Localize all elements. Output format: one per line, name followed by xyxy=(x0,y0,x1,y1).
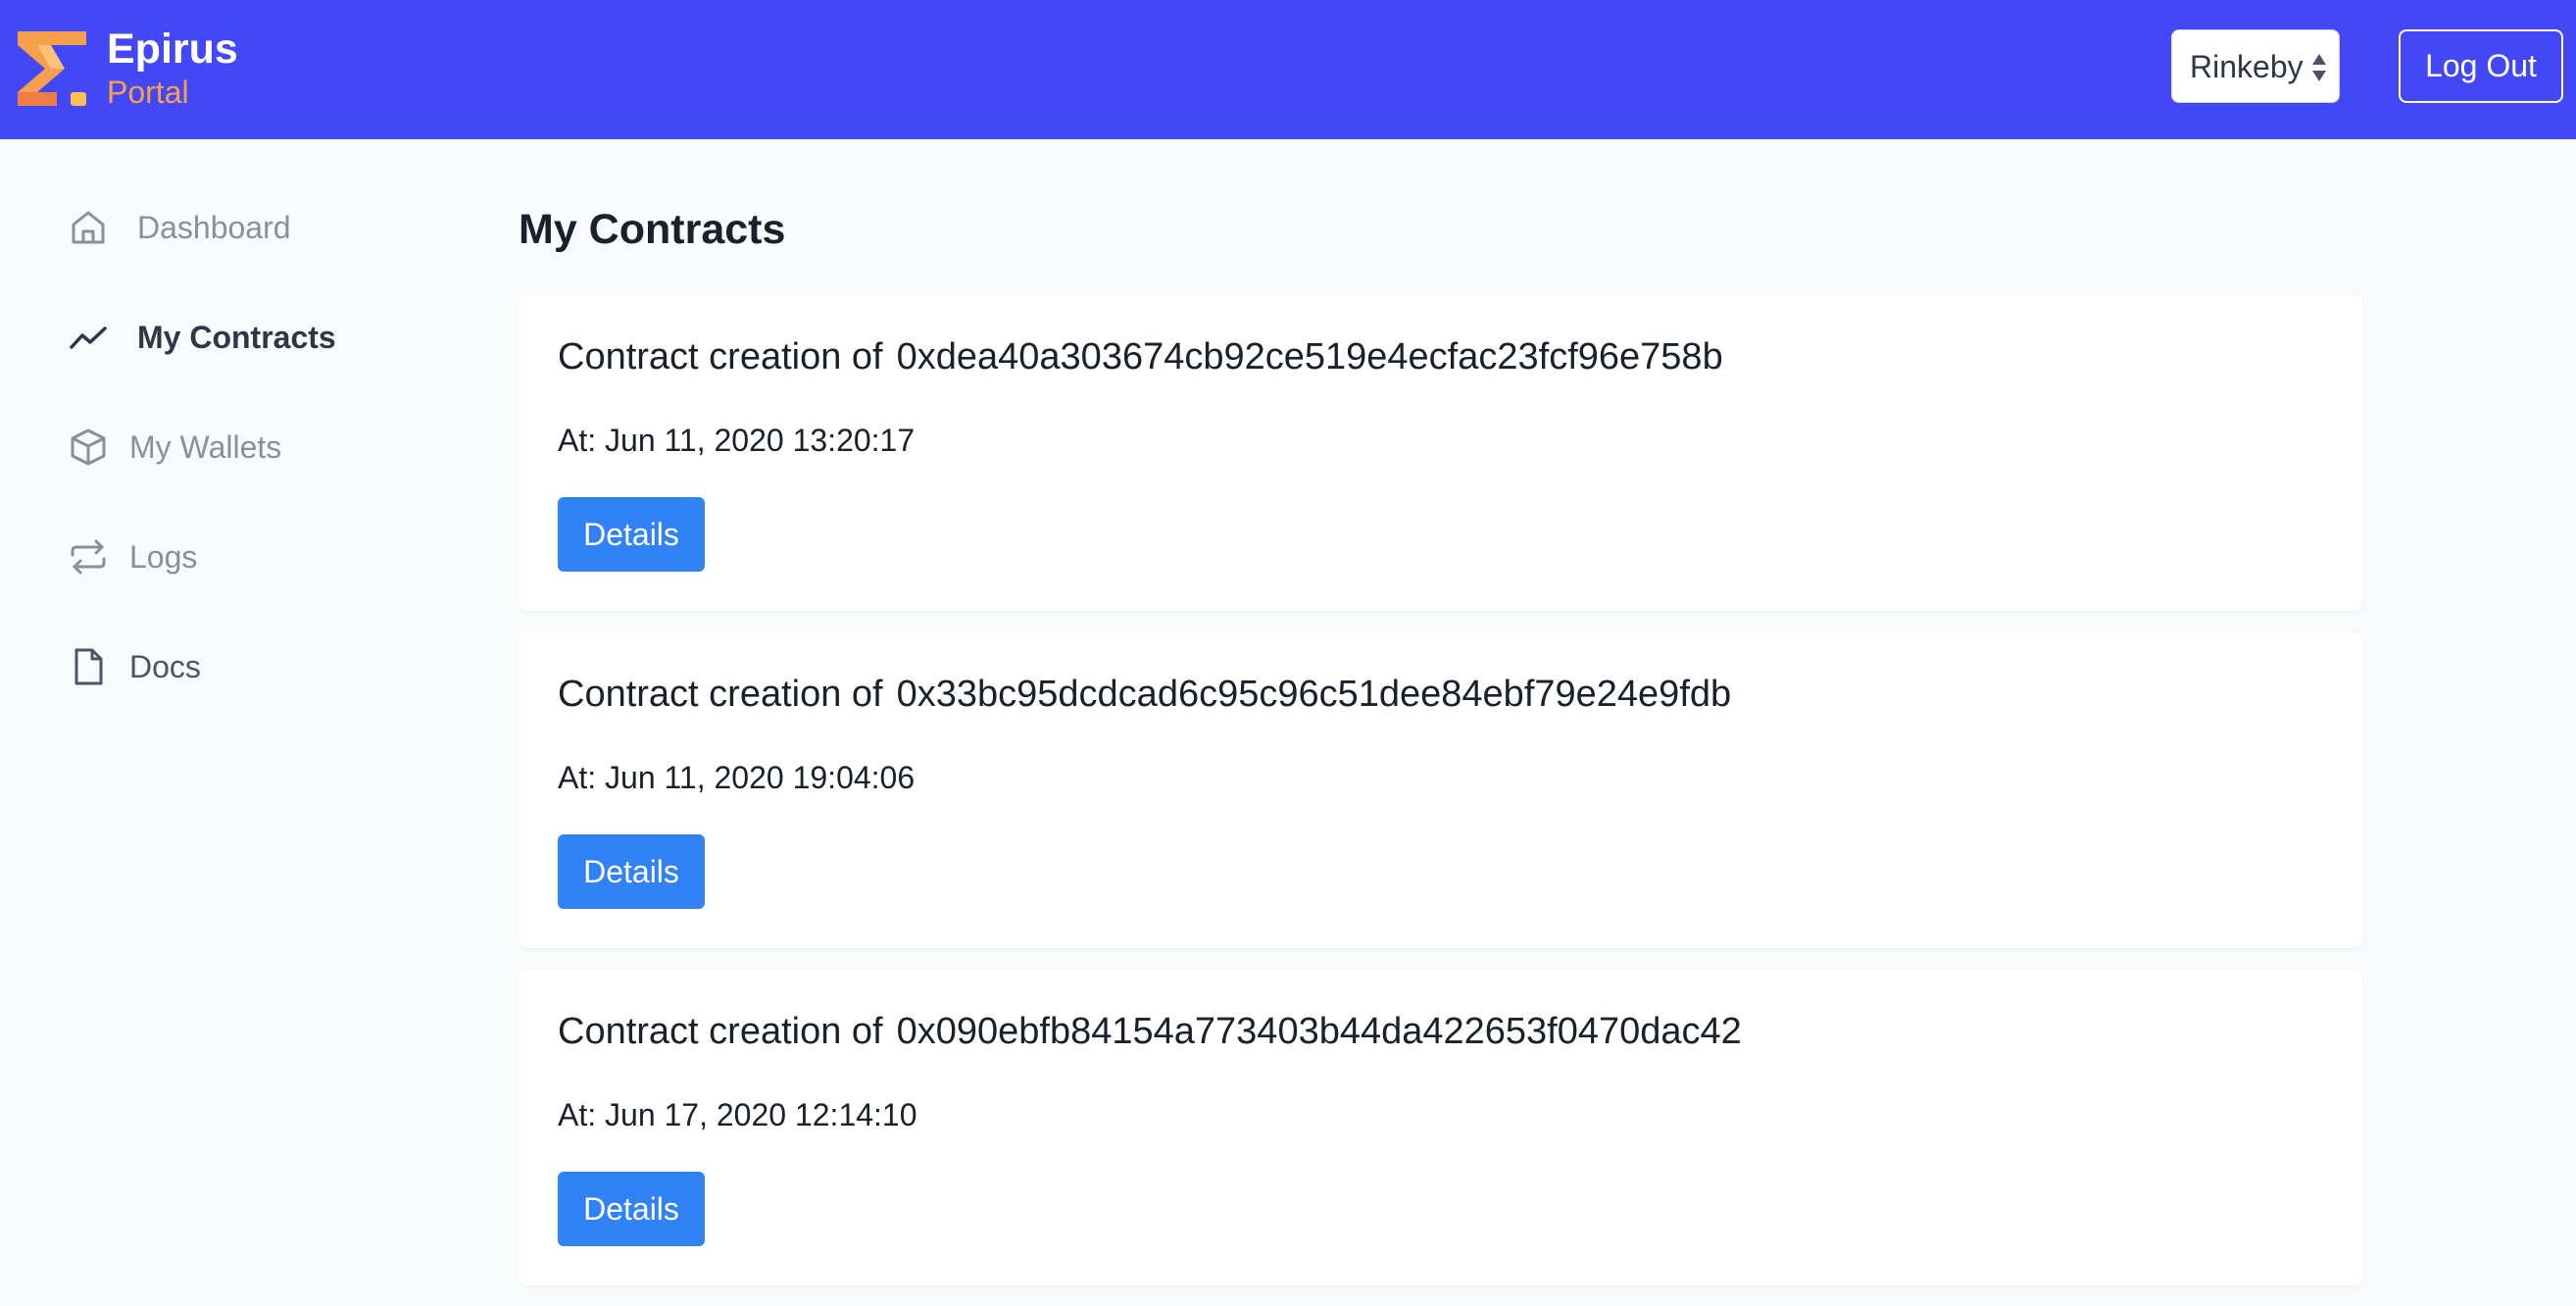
sidebar-item-label: Logs xyxy=(129,539,198,575)
details-button[interactable]: Details xyxy=(558,497,705,572)
network-select-value: Rinkeby xyxy=(2190,49,2304,84)
home-icon xyxy=(72,211,105,244)
logout-button[interactable]: Log Out xyxy=(2399,29,2563,103)
contract-address: 0xdea40a303674cb92ce519e4ecfac23fcf96e75… xyxy=(896,336,1723,377)
contract-timestamp: At: Jun 11, 2020 19:04:06 xyxy=(558,760,916,795)
contract-address: 0x33bc95dcdcad6c95c96c51dee84ebf79e24e9f… xyxy=(896,674,1732,715)
top-navbar: Epirus Portal Rinkeby Log Out xyxy=(0,0,2576,139)
sidebar-item-label: My Wallets xyxy=(129,429,282,465)
document-icon xyxy=(74,648,103,685)
contract-timestamp: At: Jun 11, 2020 13:20:17 xyxy=(558,423,916,458)
contract-title-prefix: Contract creation of xyxy=(558,336,883,377)
contract-card: Contract creation of 0xdea40a303674cb92ce… xyxy=(519,295,2362,611)
network-select[interactable]: Rinkeby xyxy=(2171,29,2340,103)
page-title: My Contracts xyxy=(519,206,786,253)
contract-title: Contract creation of 0x090ebfb84154a77340… xyxy=(558,1007,1742,1056)
repeat-icon xyxy=(71,539,106,575)
contract-title: Contract creation of 0xdea40a303674cb92ce… xyxy=(558,332,1723,381)
epirus-logo-icon xyxy=(18,31,86,106)
sidebar-item-label: Docs xyxy=(129,649,201,684)
cube-icon xyxy=(71,428,106,466)
contract-timestamp: At: Jun 17, 2020 12:14:10 xyxy=(558,1097,917,1132)
brand-subtitle: Portal xyxy=(107,75,189,110)
details-button[interactable]: Details xyxy=(558,834,705,909)
contract-address: 0x090ebfb84154a773403b44da422653f0470dac… xyxy=(896,1011,1742,1052)
contract-title: Contract creation of 0x33bc95dcdcad6c95c9… xyxy=(558,670,1731,719)
sidebar-item-label: Dashboard xyxy=(137,210,291,245)
brand-name: Epirus xyxy=(107,25,238,73)
contract-title-prefix: Contract creation of xyxy=(558,1011,883,1052)
select-arrows-icon xyxy=(2312,54,2326,81)
contract-title-prefix: Contract creation of xyxy=(558,674,883,715)
details-button[interactable]: Details xyxy=(558,1172,705,1246)
contract-card: Contract creation of 0x33bc95dcdcad6c95c9… xyxy=(519,632,2362,948)
contract-card: Contract creation of 0x090ebfb84154a77340… xyxy=(519,970,2362,1285)
trending-icon xyxy=(70,326,107,349)
sidebar-item-label: My Contracts xyxy=(137,320,336,355)
